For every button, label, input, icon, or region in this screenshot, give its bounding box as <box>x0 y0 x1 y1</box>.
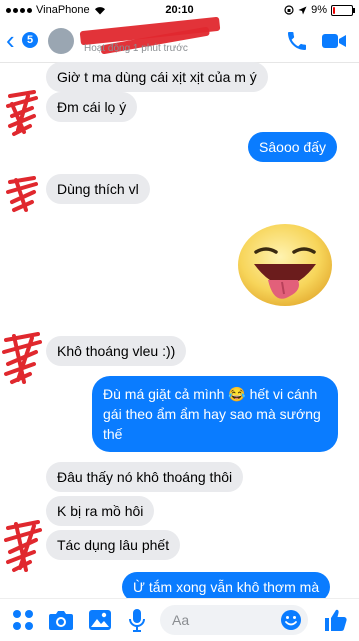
redacted-avatar <box>2 332 42 384</box>
emoji-icon[interactable] <box>280 609 302 631</box>
message-bubble-incoming[interactable]: Giờ t ma dùng cái xịt xịt của m ý <box>46 62 268 92</box>
unread-count-badge[interactable]: 5 <box>22 32 38 48</box>
video-call-icon[interactable] <box>321 31 347 51</box>
message-bubble-incoming[interactable]: K bị ra mồ hôi <box>46 496 155 526</box>
microphone-icon[interactable] <box>128 608 146 632</box>
phone-call-icon[interactable] <box>285 29 309 53</box>
contact-avatar[interactable] <box>48 28 74 54</box>
message-bubble-outgoing[interactable]: Sâooo đấy <box>248 132 337 162</box>
battery-percent: 9% <box>311 4 327 16</box>
photo-gallery-icon[interactable] <box>88 609 112 631</box>
battery-icon <box>331 4 355 16</box>
tongue-out-smiley-sticker[interactable] <box>236 222 334 308</box>
message-bubble-incoming[interactable]: Đâu thấy nó khô thoáng thôi <box>46 462 244 492</box>
message-bubble-outgoing[interactable]: Ừ tắm xong vẫn khô thơm mà <box>122 572 331 598</box>
message-bubble-incoming[interactable]: Khô thoáng vleu :)) <box>46 336 187 366</box>
orientation-lock-icon <box>284 5 294 15</box>
chat-header: ‹ 5 Hoạt động 1 phút trước <box>0 16 359 63</box>
message-bubble-incoming[interactable]: Tác dụng lâu phết <box>46 530 181 560</box>
back-chevron-icon[interactable]: ‹ <box>6 27 15 53</box>
apps-grid-icon[interactable] <box>12 609 34 631</box>
message-bubble-outgoing[interactable]: Đù má giặt cả mình 😂 hết vi cánh gái the… <box>92 376 338 452</box>
message-list[interactable]: Giờ t ma dùng cái xịt xịt của m ý Đm cái… <box>0 62 359 598</box>
battery-level <box>333 6 335 14</box>
redacted-avatar <box>4 520 42 572</box>
status-bar: VinaPhone 20:10 9% <box>0 0 359 20</box>
camera-icon[interactable] <box>48 609 74 631</box>
message-bubble-incoming[interactable]: Đm cái lọ ý <box>46 92 138 122</box>
composer-bar: Aa <box>0 598 359 641</box>
contact-status: Hoạt động 1 phút trước <box>84 43 188 54</box>
redacted-avatar <box>6 90 38 136</box>
redacted-avatar <box>6 176 38 212</box>
location-icon <box>298 6 307 14</box>
message-input[interactable]: Aa <box>160 605 308 635</box>
message-bubble-incoming[interactable]: Dùng thích vl <box>46 174 150 204</box>
message-input-placeholder: Aa <box>172 612 190 628</box>
thumbs-up-icon[interactable] <box>322 607 348 633</box>
